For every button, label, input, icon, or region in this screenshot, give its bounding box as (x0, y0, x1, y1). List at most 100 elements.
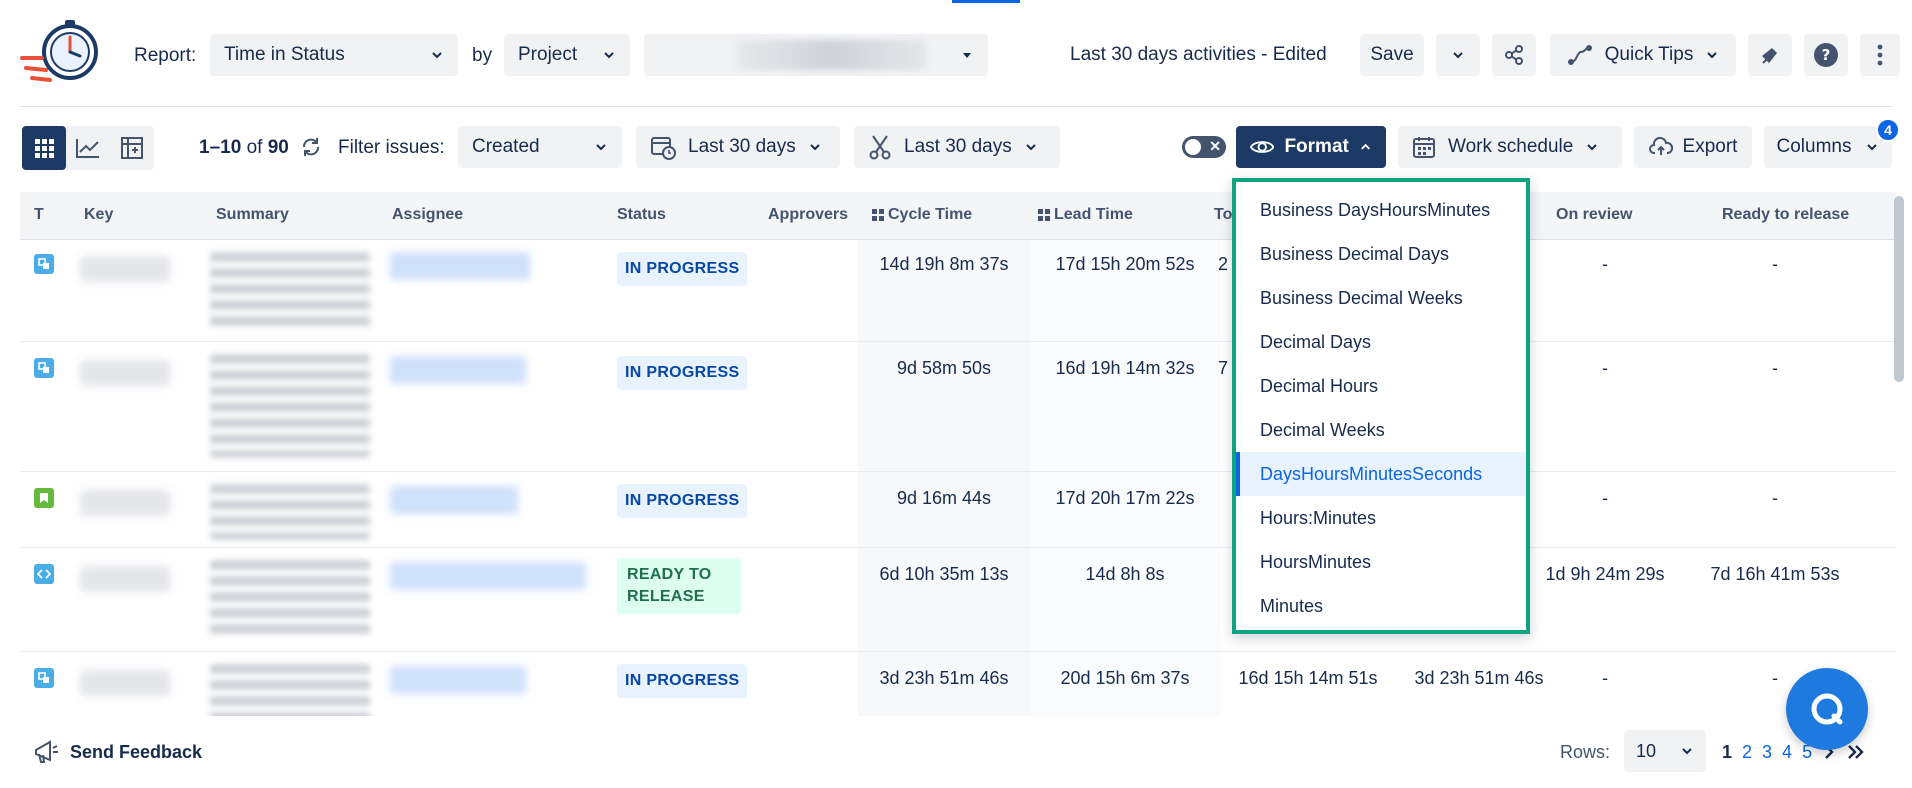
activities-summary[interactable]: Last 30 days activities - Edited (1070, 44, 1327, 66)
format-option-business-decimal-weeks[interactable]: Business Decimal Weeks (1236, 276, 1526, 320)
quick-tips-button[interactable]: Quick Tips (1550, 34, 1736, 76)
on-review-cell: - (1602, 358, 1608, 378)
status-badge[interactable]: IN PROGRESS (617, 252, 748, 286)
drag-handle-icon[interactable] (872, 209, 884, 221)
format-option-business-decimal-days[interactable]: Business Decimal Days (1236, 232, 1526, 276)
group-by-select[interactable]: Project (504, 34, 630, 76)
issue-key-redacted[interactable] (80, 670, 170, 696)
assignee-redacted[interactable] (390, 356, 526, 384)
table-row[interactable]: IN PROGRESS 14d 19h 8m 37s 17d 15h 20m 5… (20, 240, 1896, 342)
range-of: of (246, 137, 263, 158)
page-link[interactable]: 3 (1762, 742, 1772, 763)
column-header-approvers[interactable]: Approvers (768, 206, 848, 224)
work-schedule-select[interactable]: Work schedule (1398, 126, 1622, 168)
page-link[interactable]: 2 (1742, 742, 1752, 763)
cycle-time-cell: 9d 16m 44s (896, 488, 992, 508)
table-row[interactable]: IN PROGRESS 9d 58m 50s 16d 19h 14m 32s 7… (20, 342, 1896, 472)
refresh-icon[interactable] (300, 136, 322, 158)
save-options-button[interactable] (1436, 34, 1480, 76)
issue-key-redacted[interactable] (80, 256, 170, 282)
drag-handle-icon[interactable] (1038, 209, 1050, 221)
status-badge[interactable]: READY TO RELEASE (617, 558, 741, 614)
format-option-decimal-weeks[interactable]: Decimal Weeks (1236, 408, 1526, 452)
column-header-status[interactable]: Status (617, 206, 666, 224)
pivot-table-icon (121, 137, 143, 159)
chat-support-button[interactable] (1786, 668, 1868, 750)
format-option-dayshoursminutesseconds[interactable]: DaysHoursMinutesSeconds (1236, 452, 1526, 496)
format-option-decimal-days[interactable]: Decimal Days (1236, 320, 1526, 364)
export-label: Export (1682, 136, 1738, 157)
assignee-redacted[interactable] (390, 562, 586, 590)
status-badge[interactable]: IN PROGRESS (617, 356, 748, 390)
issue-key-redacted[interactable] (80, 490, 170, 516)
more-options-button[interactable] (1860, 34, 1900, 76)
help-button[interactable]: ? (1804, 34, 1848, 76)
trim-range-select[interactable]: Last 30 days (854, 126, 1060, 168)
rows-per-page-label: Rows: (1560, 742, 1611, 762)
assignee-redacted[interactable] (390, 252, 530, 280)
column-header-assignee[interactable]: Assignee (392, 206, 463, 224)
send-feedback-label: Send Feedback (70, 741, 203, 762)
format-option-minutes[interactable]: Minutes (1236, 584, 1526, 628)
status-badge[interactable]: IN PROGRESS (617, 484, 748, 518)
summary-redacted[interactable] (210, 664, 370, 716)
save-button[interactable]: Save (1360, 34, 1424, 76)
date-range-select[interactable]: Last 30 days (636, 126, 840, 168)
subtask-icon (34, 358, 54, 378)
chevron-down-icon (1587, 144, 1598, 151)
columns-count-badge: 4 (1876, 118, 1900, 142)
page-link[interactable]: 1 (1722, 742, 1732, 763)
summary-redacted[interactable] (210, 252, 370, 332)
format-option-business-dayshoursminutes[interactable]: Business DaysHoursMinutes (1236, 188, 1526, 232)
status-badge[interactable]: IN PROGRESS (617, 664, 748, 698)
summary-redacted[interactable] (210, 354, 370, 458)
pivot-view-button[interactable] (110, 126, 154, 170)
report-type-select[interactable]: Time in Status (210, 34, 458, 76)
format-button[interactable]: Format (1236, 126, 1386, 168)
column-header-lead-time[interactable]: Lead Time (1038, 206, 1133, 224)
column-header-ready-to-release[interactable]: Ready to release (1722, 206, 1849, 224)
chart-view-button[interactable] (66, 126, 110, 170)
cycle-time-cell: 6d 10h 35m 13s (879, 564, 1009, 584)
option-toggle[interactable]: ✕ (1182, 136, 1226, 158)
chevron-down-icon (1682, 748, 1692, 755)
issue-key-redacted[interactable] (80, 360, 170, 386)
table-row[interactable]: IN PROGRESS 3d 23h 51m 46s 20d 15h 6m 37… (20, 652, 1896, 716)
cloud-upload-icon (1648, 137, 1673, 155)
issue-key-redacted[interactable] (80, 566, 170, 592)
rows-per-page-select[interactable]: 10 (1624, 730, 1706, 772)
summary-redacted[interactable] (210, 484, 370, 540)
by-label: by (472, 45, 493, 66)
page-link[interactable]: 4 (1782, 742, 1792, 763)
vertical-scrollbar[interactable] (1894, 196, 1904, 382)
column-header-key[interactable]: Key (84, 206, 113, 224)
table-row[interactable]: IN PROGRESS 9d 16m 44s 17d 20h 17m 22s -… (20, 472, 1896, 548)
column-header-cycle-time[interactable]: Cycle Time (872, 206, 972, 224)
grid-view-button[interactable] (22, 126, 66, 170)
column-header-summary[interactable]: Summary (216, 206, 289, 224)
rows-per-page-value: 10 (1636, 740, 1657, 761)
format-option-decimal-hours[interactable]: Decimal Hours (1236, 364, 1526, 408)
cycle-time-cell: 3d 23h 51m 46s (879, 668, 1009, 688)
summary-redacted[interactable] (210, 560, 370, 640)
ready-to-release-cell: - (1772, 488, 1778, 508)
more-vertical-icon (1877, 44, 1883, 66)
format-option-hoursminutes[interactable]: HoursMinutes (1236, 540, 1526, 584)
export-button[interactable]: Export (1634, 126, 1752, 168)
send-feedback-link[interactable]: Send Feedback (32, 738, 202, 766)
filter-field-select[interactable]: Created (458, 126, 622, 168)
share-button[interactable] (1492, 34, 1536, 76)
assignee-redacted[interactable] (390, 486, 518, 514)
table-row[interactable]: READY TO RELEASE 6d 10h 35m 13s 14d 8h 8… (20, 548, 1896, 652)
lead-time-label: Lead Time (1054, 206, 1133, 223)
on-review-cell: - (1602, 254, 1608, 274)
column-header-on-review[interactable]: On review (1556, 206, 1632, 224)
columns-button[interactable]: Columns (1764, 126, 1892, 168)
announcements-button[interactable] (1748, 34, 1792, 76)
assignee-redacted[interactable] (390, 666, 526, 694)
column-header-to[interactable]: To (1214, 206, 1232, 224)
format-option-hours-colon-minutes[interactable]: Hours:Minutes (1236, 496, 1526, 540)
double-chevron-right-icon[interactable] (1846, 742, 1866, 762)
column-header-type[interactable]: T (34, 206, 44, 224)
share-icon (1505, 45, 1523, 65)
